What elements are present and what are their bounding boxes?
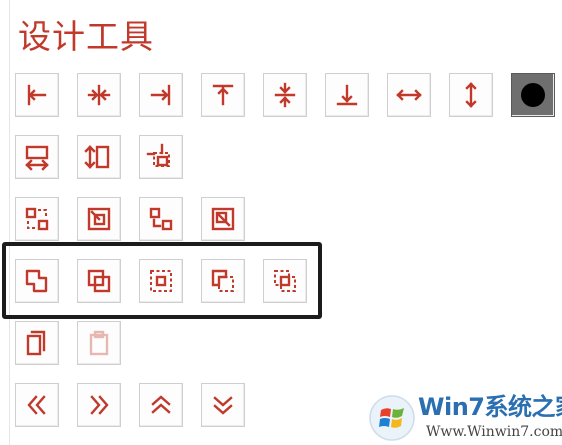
bring-forward-button[interactable] (139, 383, 183, 427)
highlight-frame (2, 242, 322, 319)
send-to-back-button[interactable] (15, 383, 59, 427)
copy-icon (26, 330, 46, 356)
watermark-url: Www.Winwin7.com (426, 424, 562, 440)
center-in-parent-button[interactable] (139, 135, 183, 179)
group-icon (25, 207, 49, 231)
distribute-horizontal-icon (396, 89, 422, 101)
panel-title: 设计工具 (18, 17, 154, 56)
align-bottom-icon (336, 84, 358, 106)
align-top-icon (212, 84, 234, 106)
send-resize-icon (211, 207, 235, 231)
group-button[interactable] (15, 197, 59, 241)
copy-button[interactable] (15, 321, 59, 365)
send-resize-button[interactable] (201, 197, 245, 241)
circle-record-button[interactable] (511, 73, 555, 117)
windows-logo-icon (369, 395, 415, 441)
align-middle-horizontal-icon (274, 82, 296, 108)
align-bottom-button[interactable] (325, 73, 369, 117)
same-width-button[interactable] (15, 135, 59, 179)
align-center-vertical-icon (87, 84, 111, 106)
regroup-icon (149, 207, 173, 231)
design-tools-panel: 设计工具 Win7系统之家 Www.Winwin7.com (0, 0, 562, 445)
align-left-button[interactable] (15, 73, 59, 117)
send-backward-button[interactable] (201, 383, 245, 427)
watermark: Win7系统之家 Www.Winwin7.com (368, 388, 562, 445)
align-center-vertical-button[interactable] (77, 73, 121, 117)
same-width-icon (25, 145, 49, 171)
circle-record-icon (521, 83, 545, 107)
send-to-back-icon (27, 395, 46, 415)
distribute-horizontal-button[interactable] (387, 73, 431, 117)
align-left-icon (27, 84, 47, 106)
align-right-icon (150, 84, 171, 106)
distribute-vertical-icon (465, 82, 477, 108)
paste-button (77, 321, 121, 365)
regroup-button[interactable] (139, 197, 183, 241)
align-middle-horizontal-button[interactable] (263, 73, 307, 117)
bring-to-front-button[interactable] (77, 383, 121, 427)
bring-forward-icon (151, 395, 171, 414)
distribute-vertical-button[interactable] (449, 73, 493, 117)
bring-to-front-icon (90, 395, 109, 415)
watermark-title: Win7系统之家 (418, 393, 562, 421)
align-top-button[interactable] (201, 73, 245, 117)
same-height-button[interactable] (77, 135, 121, 179)
ungroup-icon (87, 207, 111, 231)
panel-divider (9, 0, 10, 445)
center-in-parent-icon (146, 143, 170, 167)
send-backward-icon (213, 396, 233, 415)
align-right-button[interactable] (139, 73, 183, 117)
same-height-icon (84, 145, 110, 169)
ungroup-button[interactable] (77, 197, 121, 241)
paste-icon (89, 330, 109, 356)
